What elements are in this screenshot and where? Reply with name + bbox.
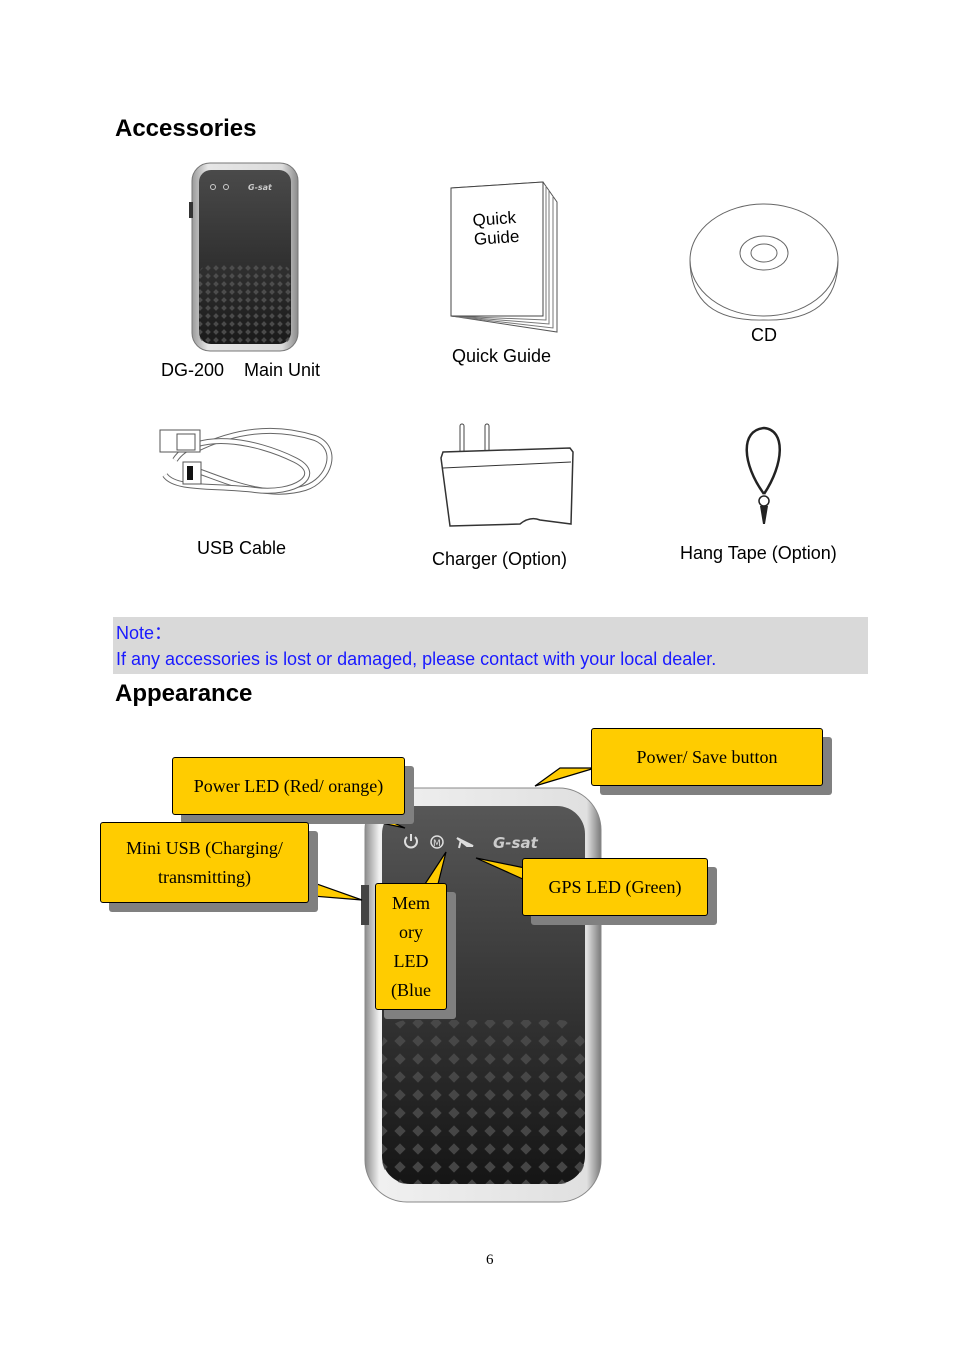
callout-gps-led: GPS LED (Green) — [522, 858, 708, 916]
callout-mini-usb-line: transmitting) — [158, 866, 251, 887]
callout-memory-led-line: (Blue — [391, 979, 431, 1000]
callout-pointers — [299, 767, 596, 901]
callout-power-led: Power LED (Red/ orange) — [172, 757, 405, 815]
callout-memory-led-line: ory — [399, 921, 423, 942]
page-number: 6 — [486, 1252, 494, 1268]
callout-memory-led-line: Mem — [392, 892, 430, 913]
callout-mini-usb: Mini USB (Charging/ transmitting) — [100, 822, 309, 903]
callout-memory-led-line: LED — [393, 950, 429, 971]
callout-memory-led: Mem ory LED (Blue — [375, 883, 447, 1010]
callout-mini-usb-line: Mini USB (Charging/ — [126, 837, 283, 858]
callout-power-save-button: Power/ Save button — [591, 728, 823, 786]
